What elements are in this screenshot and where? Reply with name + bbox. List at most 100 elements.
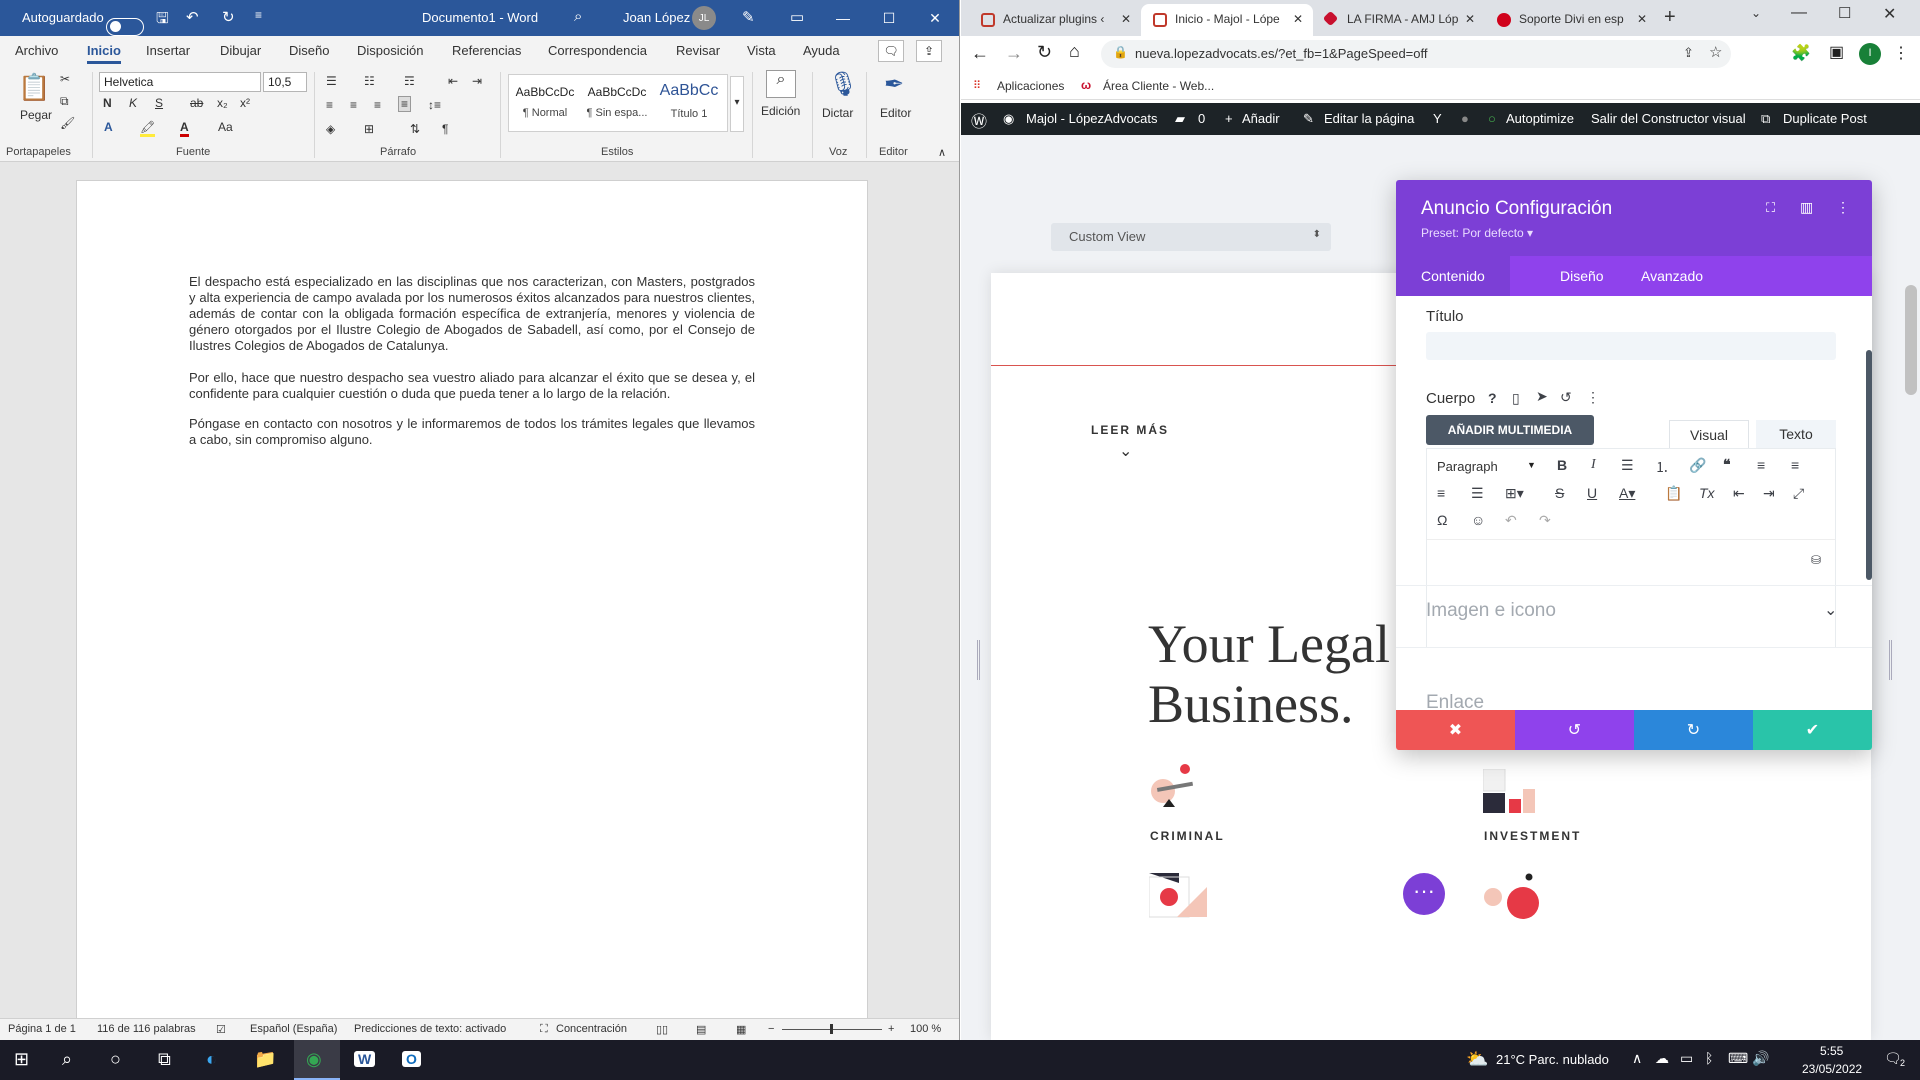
print-layout-icon[interactable]: ▤	[696, 1023, 706, 1036]
numbered-list-icon[interactable]: ⒈	[1655, 457, 1669, 477]
add-icon[interactable]: +	[1225, 111, 1233, 126]
read-more-link[interactable]: LEER MÁS	[1091, 423, 1169, 437]
style-no-spacing[interactable]: AaBbCcDc ¶ Sin espa...	[581, 75, 653, 133]
fullscreen-icon[interactable]: ⛶	[1766, 200, 1775, 216]
hover-icon[interactable]: ➤	[1536, 388, 1548, 405]
editor-pen-icon[interactable]: ✒	[884, 70, 904, 99]
save-icon[interactable]: 🖫	[156, 8, 169, 33]
mobile-icon[interactable]: ▯	[1512, 390, 1520, 407]
style-heading-1[interactable]: AaBbCc Título 1	[653, 75, 725, 133]
zoom-in-icon[interactable]: +	[888, 1023, 894, 1035]
pen-icon[interactable]: ✎	[742, 8, 755, 26]
windows-start-icon[interactable]: ⊞	[14, 1049, 29, 1070]
zoom-out-icon[interactable]: −	[768, 1023, 774, 1035]
section-imagen-icono[interactable]: Imagen e icono	[1426, 600, 1556, 622]
file-explorer-icon[interactable]: 📁	[254, 1049, 276, 1070]
align-center-icon[interactable]: ≡	[1791, 457, 1799, 473]
browser-tab-2[interactable]: Inicio - Majol - Lópe ✕	[1141, 4, 1313, 36]
tab-disposicion[interactable]: Disposición	[357, 43, 423, 58]
font-size-field[interactable]: 10,5	[263, 72, 307, 92]
undo-icon[interactable]: ↶	[186, 8, 199, 26]
apps-icon[interactable]: ⠿	[973, 79, 981, 92]
user-avatar[interactable]: JL	[692, 6, 716, 30]
weather-icon[interactable]: ⛅	[1466, 1049, 1488, 1070]
autosave-toggle[interactable]	[106, 18, 144, 36]
tab-dibujar[interactable]: Dibujar	[220, 43, 261, 58]
admin-site-name[interactable]: Majol - LópezAdvocats	[1026, 111, 1158, 126]
read-mode-icon[interactable]: ▯▯	[656, 1023, 668, 1036]
maximize-button[interactable]: ☐	[1838, 4, 1851, 22]
outdent-icon[interactable]: ⇤	[1733, 485, 1745, 502]
italic-icon[interactable]: K	[129, 96, 137, 110]
bullets-icon[interactable]: ☰	[326, 74, 337, 88]
styles-more-icon[interactable]: ▾	[730, 76, 744, 132]
tab-correspondencia[interactable]: Correspondencia	[548, 43, 647, 58]
titulo-input[interactable]	[1426, 332, 1836, 360]
share-icon[interactable]: ⇪	[1683, 45, 1694, 61]
undo-icon[interactable]: ↶	[1505, 512, 1517, 529]
indent-icon[interactable]: ⇥	[1763, 485, 1775, 502]
ribbon-display-icon[interactable]: ▭	[790, 8, 804, 26]
tab-vista[interactable]: Vista	[747, 43, 776, 58]
edit-icon[interactable]: ✎	[1303, 111, 1314, 127]
chevron-down-icon[interactable]: ⌄	[1824, 600, 1837, 620]
tab-referencias[interactable]: Referencias	[452, 43, 521, 58]
tab-archivo[interactable]: Archivo	[15, 43, 58, 58]
subscript-icon[interactable]: x₂	[217, 96, 228, 110]
bookmark-star-icon[interactable]: ☆	[1709, 43, 1722, 61]
document-page[interactable]: El despacho está especializado en las di…	[76, 180, 868, 1040]
tab-insertar[interactable]: Insertar	[146, 43, 190, 58]
clock-time[interactable]: 5:55	[1820, 1044, 1843, 1058]
align-right-icon[interactable]: ≡	[374, 98, 381, 112]
paste-text-icon[interactable]: 📋	[1665, 485, 1682, 502]
paste-button[interactable]: Pegar	[20, 108, 52, 122]
strikethrough-icon[interactable]: ab	[190, 96, 203, 110]
paste-icon[interactable]: 📋	[18, 72, 50, 103]
chevron-down-icon[interactable]: ⌄	[1119, 441, 1132, 461]
lock-icon[interactable]: 🔒	[1113, 45, 1128, 59]
underline-icon[interactable]: U	[1587, 485, 1597, 501]
font-color-icon[interactable]: A	[180, 120, 189, 137]
modal-scrollbar[interactable]	[1866, 350, 1872, 580]
special-char-icon[interactable]: Ω	[1437, 512, 1447, 528]
proofing-icon[interactable]: ☑	[216, 1023, 226, 1036]
emoji-icon[interactable]: ☺	[1471, 512, 1485, 528]
admin-duplicate-post[interactable]: Duplicate Post	[1783, 111, 1867, 126]
undo-button[interactable]: ↺	[1515, 710, 1634, 750]
tab-contenido[interactable]: Contenido	[1396, 256, 1510, 296]
view-select[interactable]: Custom View ⬍	[1051, 223, 1331, 251]
search-icon[interactable]: ⌕	[574, 8, 582, 25]
admin-exit-builder[interactable]: Salir del Constructor visual	[1591, 111, 1746, 126]
address-bar[interactable]: 🔒 nueva.lopezadvocats.es/?et_fb=1&PageSp…	[1101, 40, 1731, 68]
task-view-icon[interactable]: ⧉	[158, 1049, 171, 1070]
decrease-indent-icon[interactable]: ⇤	[448, 74, 458, 88]
minimize-button[interactable]: —	[820, 0, 866, 36]
status-words[interactable]: 116 de 116 palabras	[97, 1023, 196, 1035]
edge-icon[interactable]: ◐	[206, 1049, 217, 1070]
justify-icon[interactable]: ≡	[398, 96, 412, 112]
browser-tab-1[interactable]: Actualizar plugins ‹ ✕	[969, 4, 1141, 36]
superscript-icon[interactable]: x²	[240, 96, 250, 110]
close-tab-icon[interactable]: ✕	[1293, 12, 1303, 26]
clear-format-icon[interactable]: Tx	[1699, 485, 1715, 501]
borders-icon[interactable]: ⊞	[364, 122, 374, 136]
status-predictions[interactable]: Predicciones de texto: activado	[354, 1023, 506, 1035]
underline-icon[interactable]: S	[155, 96, 163, 110]
admin-autoptimize[interactable]: Autoptimize	[1506, 111, 1574, 126]
change-case-icon[interactable]: Aa	[218, 120, 233, 134]
right-resize-handle[interactable]	[1889, 640, 1892, 680]
italic-icon[interactable]: I	[1591, 457, 1596, 473]
admin-edit-page[interactable]: Editar la página	[1324, 111, 1414, 126]
side-panel-icon[interactable]: ▣	[1829, 42, 1844, 62]
status-language[interactable]: Español (España)	[250, 1023, 337, 1035]
left-resize-handle[interactable]	[977, 640, 980, 680]
style-normal[interactable]: AaBbCcDc ¶ Normal	[509, 75, 581, 133]
focus-icon[interactable]: ⛶	[540, 1023, 548, 1036]
close-button[interactable]: ✕	[912, 0, 958, 36]
page-scrollbar[interactable]	[1905, 285, 1917, 395]
align-right-icon[interactable]: ≡	[1437, 485, 1445, 501]
cortana-icon[interactable]: ○	[110, 1049, 121, 1070]
menu-icon[interactable]: ⋮	[1893, 43, 1909, 63]
status-zoom[interactable]: 100 %	[910, 1023, 941, 1035]
paragraph-select[interactable]: Paragraph	[1437, 459, 1498, 474]
